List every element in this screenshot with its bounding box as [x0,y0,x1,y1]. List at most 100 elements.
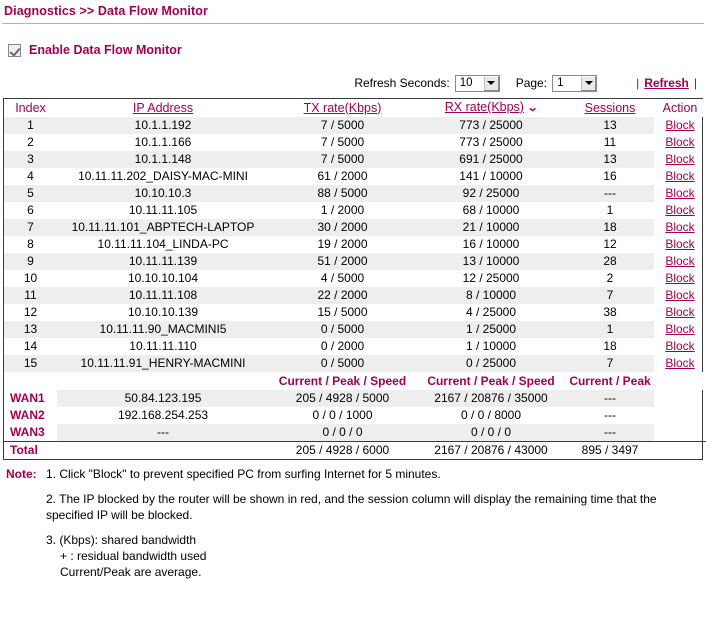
block-button[interactable]: Block [665,356,694,370]
sort-descending-icon[interactable]: ⌄ [527,100,539,117]
cell-rx-rate: 1 / 25000 [416,321,566,338]
cell-sessions: 2 [566,270,654,287]
column-header-sessions[interactable]: Sessions [566,99,654,117]
table-row: 5 10.10.10.3 88 / 5000 92 / 25000 --- Block [4,185,706,202]
cell-rx-rate: 8 / 10000 [416,287,566,304]
cell-rx-rate: 1 / 10000 [416,338,566,355]
cell-sessions: 18 [566,338,654,355]
column-header-sessions-label[interactable]: Sessions [585,101,636,115]
cell-tx-rate: 7 / 5000 [269,151,416,168]
cell-action: Block [654,304,706,321]
block-button[interactable]: Block [665,322,694,336]
column-header-tx-rate-label[interactable]: TX rate(Kbps) [304,101,382,115]
column-header-ip-address[interactable]: IP Address [57,99,269,117]
cell-sessions: 11 [566,134,654,151]
cell-rx-rate: 12 / 25000 [416,270,566,287]
cell-index: 15 [4,355,57,372]
cell-sessions: 38 [566,304,654,321]
table-row: 13 10.11.11.90_MACMINI5 0 / 5000 1 / 25000 1… [4,321,706,338]
table-row: 4 10.11.11.202_DAISY-MAC-MINI 61 / 2000 141… [4,168,706,185]
legend-cell-1 [57,372,269,390]
block-button[interactable]: Block [665,271,694,285]
column-header-index-label: Index [15,100,46,115]
cell-index: 1 [4,117,57,134]
cell-tx-rate: 61 / 2000 [269,168,416,185]
cell-sessions: 12 [566,236,654,253]
cell-tx-rate: 19 / 2000 [269,236,416,253]
cell-tx-rate: 0 / 2000 [269,338,416,355]
block-button[interactable]: Block [665,220,694,234]
enable-data-flow-monitor-row[interactable]: Enable Data Flow Monitor [8,42,706,58]
table-row: 8 10.11.11.104_LINDA-PC 19 / 2000 16 / 1000… [4,236,706,253]
cell-action: Block [654,117,706,134]
enable-data-flow-monitor-checkbox[interactable] [8,43,21,57]
cell-tx-rate: 7 / 5000 [269,117,416,134]
cell-action: Block [654,236,706,253]
wan-cell-tx: 0 / 0 / 1000 [269,407,416,424]
column-header-tx-rate[interactable]: TX rate(Kbps) [269,99,416,117]
column-header-ip-address-label[interactable]: IP Address [133,101,193,115]
cell-ip-address: 10.11.11.110 [57,338,269,355]
cell-action: Block [654,202,706,219]
cell-action: Block [654,270,706,287]
column-header-action-label: Action [662,100,698,115]
cell-index: 7 [4,219,57,236]
legend-cell-4: Current / Peak [566,372,654,390]
chevron-down-icon[interactable] [581,75,597,91]
note-item: 1. Click "Block" to prevent specified PC… [46,467,441,481]
cell-tx-rate: 4 / 5000 [269,270,416,287]
cell-index: 10 [4,270,57,287]
table-row: 9 10.11.11.139 51 / 2000 13 / 10000 28 Block [4,253,706,270]
wan-cell-tx: 205 / 4928 / 5000 [269,390,416,407]
legend-cell-2: Current / Peak / Speed [269,372,416,390]
cell-index: 13 [4,321,57,338]
wan-row: WAN3 --- 0 / 0 / 00 / 0 / 0 --- [4,424,706,442]
cell-rx-rate: 16 / 10000 [416,236,566,253]
cell-sessions: 1 [566,202,654,219]
cell-rx-rate: 773 / 25000 [416,134,566,151]
refresh-divider-right: | [693,76,697,90]
data-flow-monitor-table-container: Index IP Address TX rate(Kbps) RX rate(K… [3,98,706,460]
cell-sessions: --- [566,185,654,202]
total-cell-ip [57,441,269,459]
cell-rx-rate: 141 / 10000 [416,168,566,185]
table-body: 1 10.1.1.192 7 / 5000 773 / 25000 13 Block 2 10… [4,117,706,372]
chevron-down-icon[interactable] [483,75,499,91]
cell-ip-address: 10.11.11.105 [57,202,269,219]
wan-label: WAN2 [4,407,57,424]
cell-ip-address: 10.11.11.101_ABPTECH-LAPTOP [57,219,269,236]
wan-cell-rx: 2167 / 20876 / 35000 [416,390,566,407]
table-row: 1 10.1.1.192 7 / 5000 773 / 25000 13 Block [4,117,706,134]
wan-cell-tx: 0 / 0 / 0 [269,424,416,442]
cell-action: Block [654,151,706,168]
block-button[interactable]: Block [665,186,694,200]
block-button[interactable]: Block [665,169,694,183]
cell-sessions: 28 [566,253,654,270]
refresh-link[interactable]: Refresh [644,76,689,90]
legend-cell-3: Current / Peak / Speed [416,372,566,390]
block-button[interactable]: Block [665,203,694,217]
block-button[interactable]: Block [665,339,694,353]
cell-tx-rate: 22 / 2000 [269,287,416,304]
column-header-rx-rate[interactable]: RX rate(Kbps) ⌄ [416,99,566,117]
notes-label: Note: [6,467,37,481]
cell-index: 6 [4,202,57,219]
refresh-seconds-select[interactable]: 10 [454,74,500,92]
column-header-rx-rate-label[interactable]: RX rate(Kbps) [445,100,524,114]
data-flow-monitor-table: Index IP Address TX rate(Kbps) RX rate(K… [4,99,706,459]
block-button[interactable]: Block [665,237,694,251]
cell-tx-rate: 30 / 2000 [269,219,416,236]
cell-index: 12 [4,304,57,321]
page-select[interactable]: 1 [552,74,598,92]
refresh-seconds-label: Refresh Seconds: [354,76,450,90]
table-legend-row: Current / Peak / Speed Current / Peak / S… [4,372,706,390]
cell-index: 14 [4,338,57,355]
block-button[interactable]: Block [665,135,694,149]
cell-action: Block [654,185,706,202]
block-button[interactable]: Block [665,254,694,268]
block-button[interactable]: Block [665,118,694,132]
block-button[interactable]: Block [665,288,694,302]
block-button[interactable]: Block [665,305,694,319]
wan-cell-ip: 50.84.123.195 [57,390,269,407]
block-button[interactable]: Block [665,152,694,166]
